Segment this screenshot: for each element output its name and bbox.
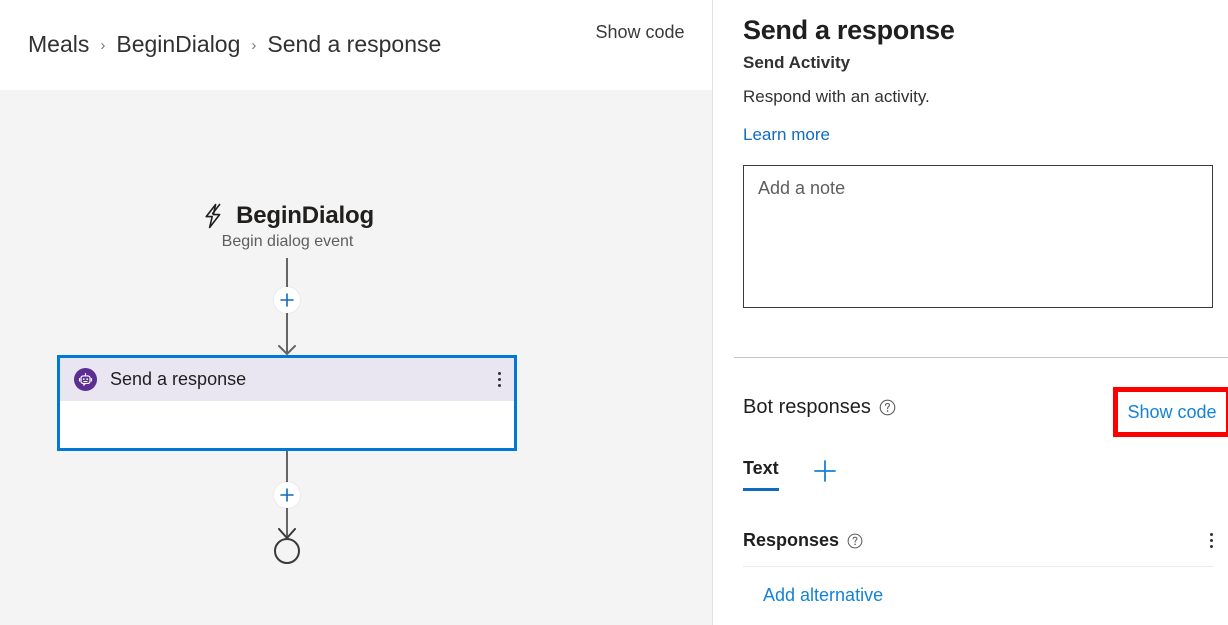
- add-node-button-bottom[interactable]: [274, 482, 300, 508]
- add-node-button-top[interactable]: [274, 287, 300, 313]
- bot-icon: [74, 368, 97, 391]
- show-code-header-button[interactable]: Show code: [594, 0, 712, 46]
- responses-label: Responses: [743, 530, 840, 550]
- breadcrumb-bar: Meals › BeginDialog › Send a response Sh…: [0, 0, 712, 90]
- add-alternative-link[interactable]: Add alternative: [763, 585, 883, 606]
- trigger-subtitle: Begin dialog event: [221, 233, 354, 250]
- more-vertical-icon[interactable]: [498, 372, 501, 387]
- bot-responses-label: Bot responses: [743, 396, 871, 418]
- more-vertical-icon[interactable]: [1210, 533, 1213, 548]
- breadcrumb-item-meals[interactable]: Meals: [28, 31, 89, 58]
- action-node-header: Send a response: [60, 358, 514, 401]
- trigger-node-begindialog[interactable]: BeginDialog Begin dialog event: [0, 202, 575, 251]
- trigger-title: BeginDialog: [236, 202, 374, 229]
- breadcrumb-item-send-a-response[interactable]: Send a response: [267, 31, 441, 58]
- note-input[interactable]: [743, 165, 1213, 309]
- responses-row: Responses: [743, 530, 1213, 551]
- tab-text[interactable]: Text: [743, 458, 779, 491]
- panel-title: Send a response: [743, 15, 955, 45]
- response-type-tabs: Text: [743, 458, 838, 491]
- dialog-canvas-pane: Meals › BeginDialog › Send a response Sh…: [0, 0, 713, 625]
- end-node: [274, 538, 300, 564]
- flow-canvas[interactable]: BeginDialog Begin dialog event Send a re…: [0, 90, 712, 625]
- show-code-link[interactable]: Show code: [1127, 402, 1216, 423]
- action-node-body: [60, 401, 514, 448]
- panel-subtitle: Send Activity: [743, 53, 851, 73]
- plus-icon: [280, 488, 294, 502]
- plus-icon: [280, 293, 294, 307]
- show-code-highlight-box: Show code: [1113, 387, 1228, 437]
- panel-description: Respond with an activity.: [743, 87, 930, 107]
- lightning-bolt-icon: [201, 203, 225, 229]
- learn-more-link[interactable]: Learn more: [743, 125, 830, 145]
- properties-panel: Send a response Send Activity Respond wi…: [714, 0, 1228, 625]
- plus-icon[interactable]: [812, 458, 838, 484]
- chevron-right-icon: ›: [100, 37, 106, 54]
- panel-divider: [734, 357, 1228, 358]
- breadcrumb: Meals › BeginDialog › Send a response: [0, 0, 594, 58]
- chevron-right-icon: ›: [251, 37, 257, 54]
- responses-divider: [743, 566, 1213, 567]
- question-circle-icon[interactable]: [847, 533, 863, 549]
- action-node-label: Send a response: [110, 369, 247, 389]
- trigger-title-row: BeginDialog: [0, 202, 575, 230]
- breadcrumb-item-begindialog[interactable]: BeginDialog: [116, 31, 240, 58]
- question-circle-icon[interactable]: [879, 399, 896, 416]
- panel-header: Send a response Send Activity Respond wi…: [714, 0, 1228, 309]
- action-node-send-a-response[interactable]: Send a response: [57, 355, 517, 451]
